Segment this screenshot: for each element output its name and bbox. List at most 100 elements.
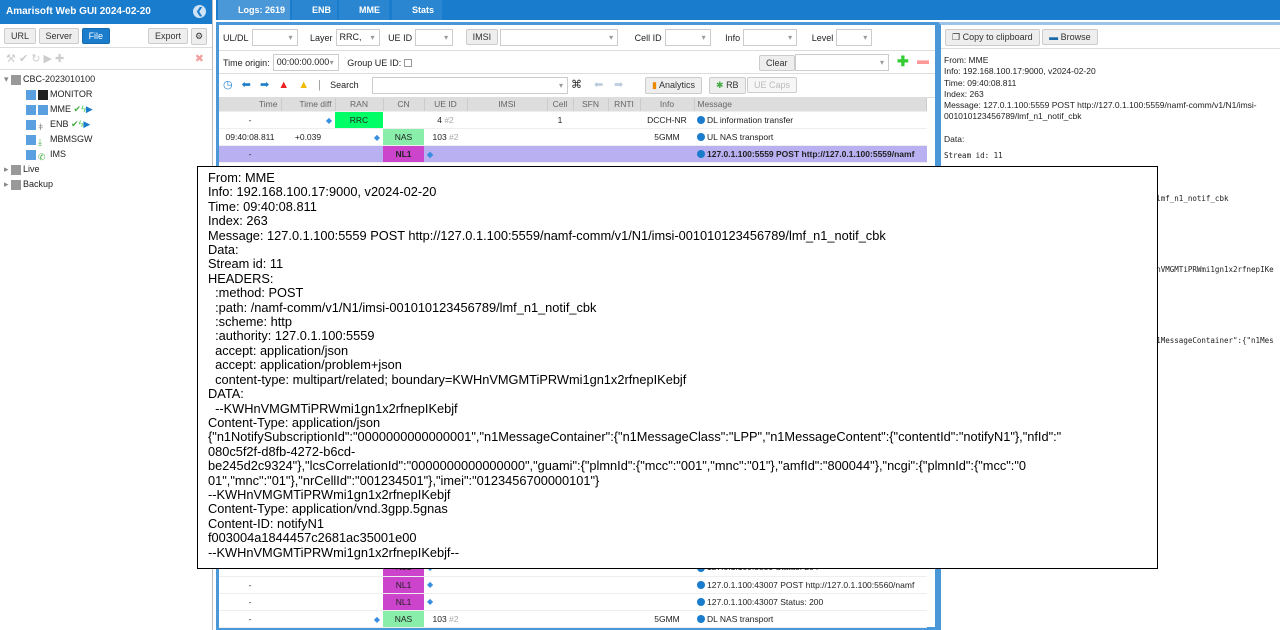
col-ueid[interactable]: UE ID [424,98,468,112]
tree-node-backup[interactable]: ▸ Backup [4,177,208,192]
left-panel: Amarisoft Web GUI 2024-02-20 ❮ URL Server… [0,0,213,630]
prev-match-icon[interactable]: ⬅ [594,78,603,91]
app-title: Amarisoft Web GUI 2024-02-20 [6,6,151,17]
level-select[interactable] [836,29,873,47]
uldl-select[interactable] [251,29,298,47]
file-button[interactable]: File [81,28,111,44]
search-input[interactable] [372,77,568,94]
tree-node-mme[interactable]: MME ✔ϟ▶ [4,102,208,117]
next-match-icon[interactable]: ➡ [614,78,623,91]
database-icon [26,134,36,145]
warning-icon[interactable]: ▲ [298,79,309,91]
clock-icon[interactable]: ◷ [223,79,233,91]
copy-button[interactable]: ❐ Copy to clipboard [945,29,1040,46]
direction-icon: ◆ [373,132,380,142]
imsi-select[interactable] [500,29,619,47]
tree-node-live[interactable]: ▸ Live [4,162,208,177]
ueid-select[interactable] [415,29,454,47]
separator: | [318,79,321,91]
search-row: ◷ ⬅ ➡ ▲ ▲ | Search ⌘ ⬅ ➡ ▮ Analytics ✱ R… [219,74,935,98]
rb-button[interactable]: ✱ RB [709,77,746,94]
col-info[interactable]: Info [640,98,695,112]
tab-stats[interactable]: Stats [392,0,442,20]
play-icon[interactable]: ▶ [44,53,52,65]
col-imsi[interactable]: IMSI [467,98,548,112]
copy-icon: ❐ [952,32,961,42]
detail-line: 001010123456789/lmf_n1_notif_cbk [944,111,1082,122]
col-ran[interactable]: RAN [335,98,384,112]
tree-node-mbmsgw[interactable]: ⤓ MBMSGW [4,132,208,147]
col-time-diff[interactable]: Time diff [281,98,336,112]
detail-line: From: MME [944,55,989,65]
check-icon: ✔ [71,119,79,129]
chart-icon: ▮ [652,80,657,90]
direction-icon: ◆ [427,580,434,589]
analytics-button[interactable]: ▮ Analytics [645,77,702,94]
arrow-right-icon[interactable]: ➡ [260,79,269,91]
col-sfn[interactable]: SFN [573,98,609,112]
col-message[interactable]: Message [694,98,927,112]
antenna-icon: ǂ [38,121,44,132]
tab-enb[interactable]: ENB [292,0,337,20]
play-icon[interactable]: ▶ [86,104,93,114]
group-ue-checkbox[interactable] [404,58,413,67]
table-row[interactable]: - NL1 ◆ 127.0.1.100:43007 Status: 200 [219,593,927,611]
table-row[interactable]: - ◆ RRC 4 #2 1 DCCH-NR DL information transfer [219,111,927,129]
add-icon[interactable]: ✚ [897,53,909,70]
wrench-icon[interactable]: ⚒ [6,53,16,65]
table-row[interactable]: 09:40:08.811 +0.039 ◆ NAS 103 #2 5GMM UL NAS t… [219,128,927,146]
delete-icon[interactable]: ✖ [195,52,204,65]
direction-icon: ◆ [373,614,380,624]
collapse-icon[interactable]: ❮ [193,5,206,18]
pin-icon[interactable]: ✚ [55,53,64,65]
download-icon: ⤓ [38,136,42,147]
table-row[interactable]: - NL1 ◆ 127.0.1.100:43007 POST http://127.0… [219,576,927,594]
tree-node-monitor[interactable]: MONITOR [4,87,208,102]
check-icon[interactable]: ✔ [19,53,28,65]
detail-mono-line: Stream id: 11 [944,151,1003,161]
log-table: Time Time diff RAN CN UE ID IMSI Cell SFN RNTI In… [219,98,927,163]
tree-node-ims[interactable]: ✆ IMS [4,147,208,162]
time-origin-input[interactable]: 00:00:00.000 [272,54,339,71]
error-icon[interactable]: ▲ [278,79,289,91]
table-row-selected[interactable]: - NL1 ◆ 127.0.1.100:5559 POST http://127.0.… [219,145,927,163]
col-cell[interactable]: Cell [547,98,574,112]
remove-icon[interactable]: ▬ [917,53,929,67]
col-rnti[interactable]: RNTI [608,98,641,112]
arrow-left-icon[interactable]: ⬅ [242,79,251,91]
imsi-button[interactable]: IMSI [465,29,499,45]
tree-node-enb[interactable]: ǂ ENB ✔ϟ▶ [4,117,208,132]
play-icon[interactable]: ▶ [83,119,90,129]
export-button[interactable]: Export [148,28,189,44]
detail-line: Data: [944,133,965,144]
table-header: Time Time diff RAN CN UE ID IMSI Cell SFN RNTI In… [219,98,927,112]
tree-node-cbc[interactable]: ▾ CBC-2023010100 [4,72,208,87]
info-icon [697,615,705,624]
clear-button[interactable]: Clear [759,55,795,71]
check-icon: ✔ [73,104,82,114]
database-icon [38,104,48,115]
server-button[interactable]: Server [38,28,80,44]
browse-button[interactable]: ▬ Browse [1042,29,1098,45]
binoculars-icon[interactable]: ⌘ [571,78,582,91]
settings-icon[interactable]: ⚙ [191,28,208,45]
detail-line: Info: 192.168.100.17:9000, v2024-02-20 [944,66,1096,77]
preset-select[interactable] [795,54,889,71]
info-select[interactable] [743,29,798,47]
details-toolbar: ❐ Copy to clipboard ▬ Browse [941,25,1280,49]
phone-icon: ✆ [38,151,46,162]
layer-select[interactable]: RRC, [335,29,380,47]
folder-icon [11,164,22,175]
tab-mme[interactable]: MME [339,0,389,20]
uecaps-button[interactable]: UE Caps [747,77,798,93]
message-tooltip: From: MME Info: 192.168.100.17:9000, v20… [197,166,1158,569]
col-cn[interactable]: CN [383,98,425,112]
info-icon [697,598,705,607]
col-time[interactable]: Time [219,98,282,112]
tab-logs[interactable]: Logs: 2619 [218,0,290,20]
cellid-select[interactable] [664,29,711,47]
table-row[interactable]: - ◆ NAS 103 #2 5GMM DL NAS transport [219,610,927,628]
time-row: Time origin:00:00:00.000 Group UE ID: Cl… [219,51,935,74]
refresh-icon[interactable]: ↻ [31,53,40,65]
url-button[interactable]: URL [4,28,37,44]
